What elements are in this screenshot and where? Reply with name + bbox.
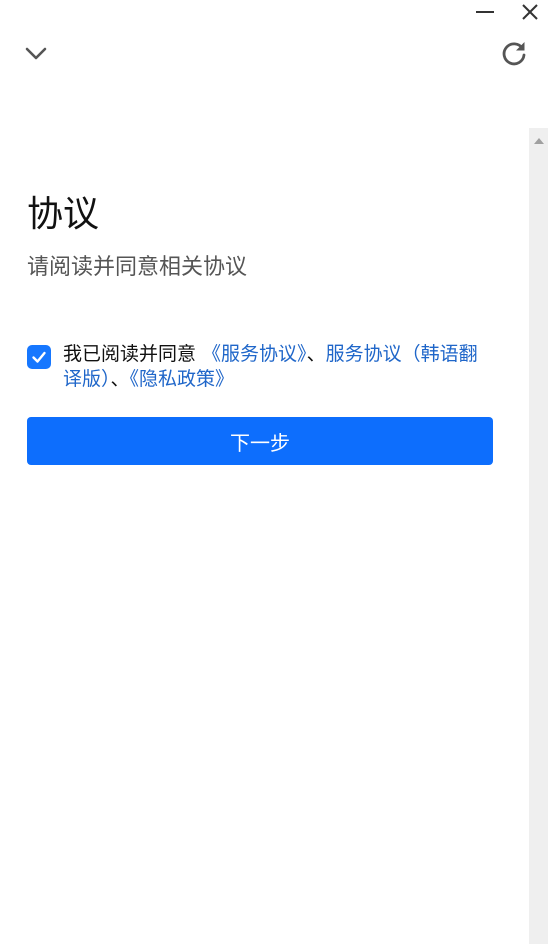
app-window: 协议 请阅读并同意相关协议 我已阅读并同意 《服务协议》、服务协议（韩语翻译版）… <box>0 0 548 944</box>
agree-checkbox[interactable] <box>27 345 51 369</box>
privacy-policy-link[interactable]: 《隐私政策》 <box>130 368 235 390</box>
agreement-panel: 协议 请阅读并同意相关协议 我已阅读并同意 《服务协议》、服务协议（韩语翻译版）… <box>27 188 497 465</box>
chevron-down-icon <box>25 47 47 60</box>
close-icon <box>522 4 538 20</box>
checkmark-icon <box>32 351 46 363</box>
agreement-text: 我已阅读并同意 《服务协议》、服务协议（韩语翻译版）、《隐私政策》 <box>63 342 495 392</box>
agreement-row: 我已阅读并同意 《服务协议》、服务协议（韩语翻译版）、《隐私政策》 <box>27 342 497 392</box>
separator: 、 <box>110 368 130 390</box>
caret-up-icon <box>533 138 544 144</box>
minimize-icon <box>476 11 494 13</box>
refresh-button[interactable] <box>496 35 532 71</box>
close-button[interactable] <box>512 0 548 24</box>
agreement-prefix: 我已阅读并同意 <box>63 343 203 365</box>
next-button[interactable]: 下一步 <box>27 417 493 465</box>
refresh-icon <box>502 42 526 66</box>
service-agreement-link[interactable]: 《服务协议》 <box>202 343 307 365</box>
collapse-button[interactable] <box>18 35 54 71</box>
page-title: 协议 <box>27 194 100 235</box>
separator: 、 <box>306 343 326 365</box>
minimize-button[interactable] <box>467 0 503 24</box>
page-subtitle: 请阅读并同意相关协议 <box>27 255 248 280</box>
scroll-up-button[interactable] <box>529 128 548 154</box>
vertical-scrollbar[interactable] <box>529 128 548 944</box>
